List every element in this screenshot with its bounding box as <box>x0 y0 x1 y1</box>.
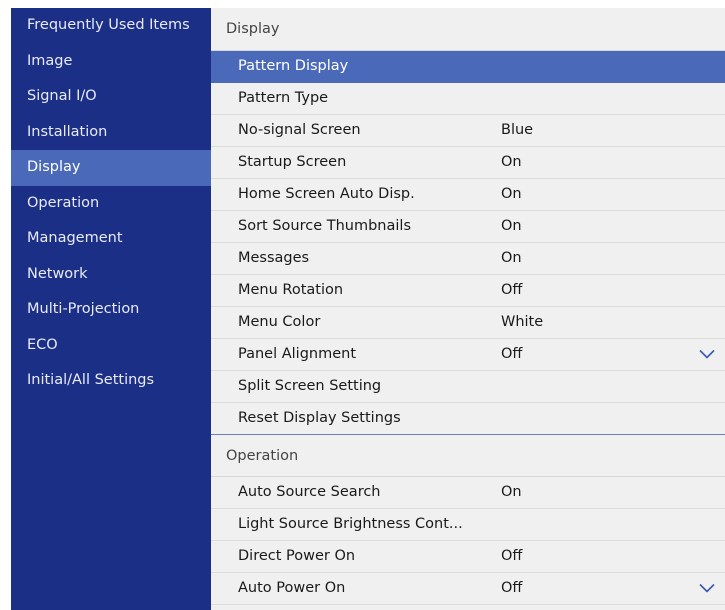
setting-row-startup-screen[interactable]: Startup Screen On <box>211 147 725 179</box>
setting-row-pattern-display[interactable]: Pattern Display <box>211 51 725 83</box>
setting-label: Light Source Brightness Cont... <box>238 516 463 532</box>
setting-row-sort-source-thumbnails[interactable]: Sort Source Thumbnails On <box>211 211 725 243</box>
setting-row-auto-power-on[interactable]: Auto Power On Off <box>211 573 725 605</box>
setting-label: Pattern Display <box>238 58 349 74</box>
setting-value: On <box>501 154 522 170</box>
setting-row-messages[interactable]: Messages On <box>211 243 725 275</box>
sidebar-item-display[interactable]: Display <box>11 150 211 186</box>
setting-label: Pattern Type <box>238 90 329 106</box>
setting-row-light-source-brightness-control[interactable]: Light Source Brightness Cont... <box>211 509 725 541</box>
setting-value: White <box>501 314 544 330</box>
setting-value: On <box>501 186 522 202</box>
setting-label: No-signal Screen <box>238 122 361 138</box>
setting-label: Sort Source Thumbnails <box>238 218 411 234</box>
setting-row-pattern-type[interactable]: Pattern Type <box>211 83 725 115</box>
setting-label: Auto Source Search <box>238 484 381 500</box>
setting-value: On <box>501 218 522 234</box>
setting-row-menu-color[interactable]: Menu Color White <box>211 307 725 339</box>
setting-row-direct-power-on[interactable]: Direct Power On Off <box>211 541 725 573</box>
sidebar: Frequently Used Items Image Signal I/O I… <box>11 8 211 610</box>
sidebar-item-installation[interactable]: Installation <box>11 115 211 151</box>
sidebar-item-multi-projection[interactable]: Multi-Projection <box>11 292 211 328</box>
chevron-down-icon[interactable] <box>699 349 715 359</box>
settings-panel: Display Pattern Display Pattern Type No-… <box>211 8 725 610</box>
projector-menu: Frequently Used Items Image Signal I/O I… <box>11 8 725 610</box>
sidebar-item-signal-io[interactable]: Signal I/O <box>11 79 211 115</box>
setting-row-auto-source-search[interactable]: Auto Source Search On <box>211 477 725 509</box>
setting-value: Blue <box>501 122 534 138</box>
setting-label: Menu Rotation <box>238 282 344 298</box>
setting-row-panel-alignment[interactable]: Panel Alignment Off <box>211 339 725 371</box>
sidebar-item-image[interactable]: Image <box>11 44 211 80</box>
section-header-display: Display <box>211 8 725 51</box>
setting-label: Startup Screen <box>238 154 347 170</box>
setting-label: Home Screen Auto Disp. <box>238 186 415 202</box>
setting-row-reset-display-settings[interactable]: Reset Display Settings <box>211 403 725 435</box>
setting-value: Off <box>501 282 523 298</box>
setting-value: On <box>501 250 522 266</box>
setting-value: Off <box>501 548 523 564</box>
setting-label: Menu Color <box>238 314 321 330</box>
setting-value: Off <box>501 580 523 596</box>
setting-value: On <box>501 484 522 500</box>
setting-row-menu-rotation[interactable]: Menu Rotation Off <box>211 275 725 307</box>
setting-row-split-screen-setting[interactable]: Split Screen Setting <box>211 371 725 403</box>
setting-label: Direct Power On <box>238 548 356 564</box>
setting-label: Reset Display Settings <box>238 410 401 426</box>
sidebar-item-frequently-used-items[interactable]: Frequently Used Items <box>11 8 211 44</box>
sidebar-item-management[interactable]: Management <box>11 221 211 257</box>
setting-label: Panel Alignment <box>238 346 357 362</box>
chevron-down-icon[interactable] <box>699 583 715 593</box>
sidebar-item-network[interactable]: Network <box>11 257 211 293</box>
setting-value: Off <box>501 346 523 362</box>
sidebar-item-operation[interactable]: Operation <box>11 186 211 222</box>
setting-label: Split Screen Setting <box>238 378 382 394</box>
setting-row-no-signal-screen[interactable]: No-signal Screen Blue <box>211 115 725 147</box>
setting-row-home-screen-auto-disp[interactable]: Home Screen Auto Disp. On <box>211 179 725 211</box>
setting-label: Auto Power On <box>238 580 346 596</box>
sidebar-item-initial-all-settings[interactable]: Initial/All Settings <box>11 363 211 399</box>
setting-label: Messages <box>238 250 310 266</box>
sidebar-item-eco[interactable]: ECO <box>11 328 211 364</box>
section-header-operation: Operation <box>211 435 725 477</box>
